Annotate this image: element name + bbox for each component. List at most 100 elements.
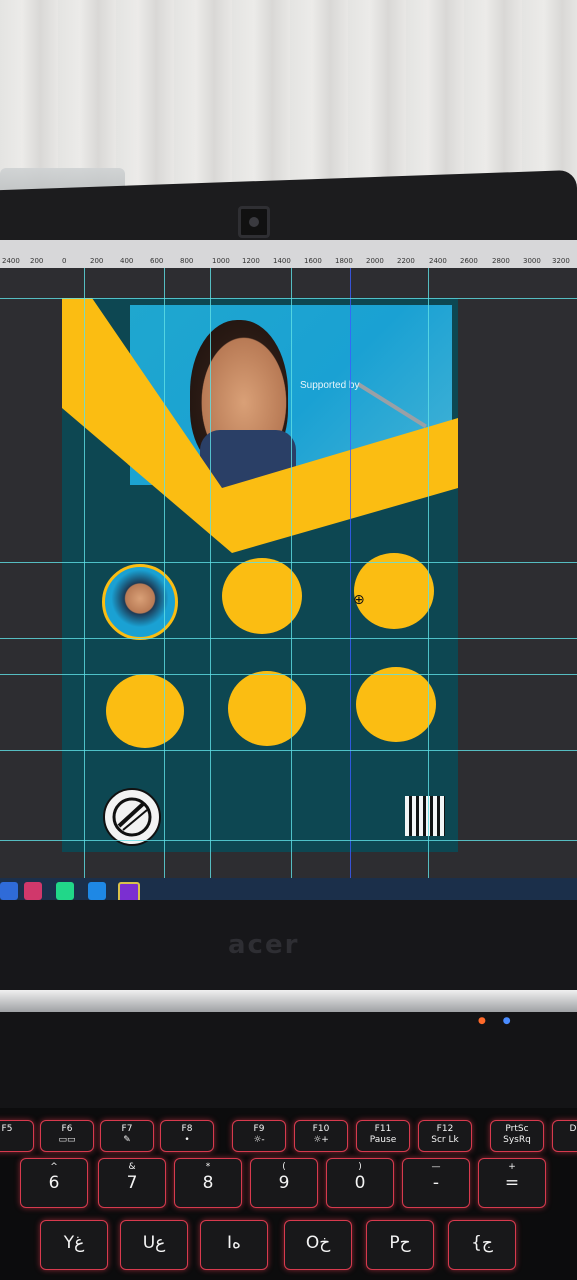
- visual-studio-icon[interactable]: [118, 882, 140, 900]
- laptop-brand-logo: acer: [228, 930, 300, 960]
- guide-line[interactable]: [210, 268, 211, 878]
- key-7[interactable]: & 7: [98, 1158, 166, 1208]
- key-f6[interactable]: F6 ▭▭: [40, 1120, 94, 1152]
- key-8[interactable]: * 8: [174, 1158, 242, 1208]
- ruler-tick: 0: [62, 257, 67, 265]
- key-0[interactable]: ) 0: [326, 1158, 394, 1208]
- key-u[interactable]: Uع: [120, 1220, 188, 1270]
- webcam-icon: [238, 206, 270, 238]
- key-label: F9: [253, 1124, 265, 1134]
- pycharm-icon[interactable]: [56, 882, 74, 900]
- key-f12[interactable]: F12 Scr Lk: [418, 1120, 472, 1152]
- taskbar: [0, 878, 577, 900]
- key-sublabel: SysRq: [503, 1135, 531, 1145]
- ruler-tick: 1600: [304, 257, 322, 265]
- key-9[interactable]: (9: [250, 1158, 318, 1208]
- ruler-tick: 1200: [242, 257, 260, 265]
- guide-line[interactable]: [0, 562, 577, 563]
- key-sublabel: ▭▭: [58, 1135, 76, 1145]
- key-sublabel: Pause: [369, 1135, 397, 1145]
- key-f8[interactable]: F8 •: [160, 1120, 214, 1152]
- placeholder-circle[interactable]: [222, 558, 302, 634]
- key-i[interactable]: Iه: [200, 1220, 268, 1270]
- status-leds: ● ●: [478, 1016, 528, 1038]
- key-shift-label: (: [282, 1162, 286, 1172]
- qr-code-icon[interactable]: [405, 796, 445, 836]
- ruler-tick: 3200: [552, 257, 570, 265]
- laptop-screen: 2400 200 0 200 400 600 800 1000 1200 140…: [0, 240, 577, 900]
- key-f9[interactable]: F9 ☼-: [232, 1120, 286, 1152]
- guide-line[interactable]: [84, 268, 85, 878]
- key-o[interactable]: Oخ: [284, 1220, 352, 1270]
- emblem-logo[interactable]: [103, 788, 161, 846]
- laptop-hinge: [0, 990, 577, 1012]
- key-label: Iه: [227, 1233, 241, 1253]
- placeholder-circle[interactable]: [354, 553, 434, 629]
- key-shift-label: +: [508, 1162, 516, 1172]
- power-led-icon: ●: [502, 1016, 511, 1026]
- key-label: F11: [374, 1124, 392, 1134]
- key-label: Uع: [142, 1233, 166, 1253]
- key-label: F10: [312, 1124, 330, 1134]
- key-delete[interactable]: D: [552, 1120, 577, 1152]
- key-label: F6: [61, 1124, 73, 1134]
- guide-line[interactable]: [350, 268, 351, 878]
- yellow-chevron-shape[interactable]: [62, 298, 458, 558]
- key-f11[interactable]: F11 Pause: [356, 1120, 410, 1152]
- key-label: F8: [181, 1124, 193, 1134]
- intellij-icon[interactable]: [24, 882, 42, 900]
- key-shift-label: ^: [50, 1162, 58, 1172]
- ruler-tick: 2400: [429, 257, 447, 265]
- ruler-tick: 400: [120, 257, 134, 265]
- key-f10[interactable]: F10 ☼+: [294, 1120, 348, 1152]
- key-label: D: [569, 1124, 577, 1134]
- key-f5[interactable]: F5: [0, 1120, 34, 1152]
- guide-line[interactable]: [0, 638, 577, 639]
- key-label: 9: [278, 1173, 290, 1193]
- key-prtsc[interactable]: PrtSc SysRq: [490, 1120, 544, 1152]
- key-shift-label: —: [431, 1162, 441, 1172]
- key-y[interactable]: Yغ: [40, 1220, 108, 1270]
- key-p[interactable]: Pح: [366, 1220, 434, 1270]
- ruler-tick: 1000: [212, 257, 230, 265]
- placeholder-circle[interactable]: [228, 671, 306, 746]
- key-label: -: [432, 1173, 440, 1193]
- ruler-tick: 2800: [492, 257, 510, 265]
- guide-line[interactable]: [291, 268, 292, 878]
- key-label: F5: [1, 1124, 13, 1134]
- guide-line[interactable]: [0, 298, 577, 299]
- ruler-tick: 800: [180, 257, 194, 265]
- key-sublabel: •: [184, 1135, 190, 1145]
- key-6[interactable]: ^ 6: [20, 1158, 88, 1208]
- key-label: Yغ: [63, 1233, 85, 1253]
- key-bracket-left[interactable]: {ج: [448, 1220, 516, 1270]
- guide-line[interactable]: [164, 268, 165, 878]
- ruler-tick: 600: [150, 257, 164, 265]
- key-label: F12: [436, 1124, 454, 1134]
- key-shift-label: *: [205, 1162, 211, 1172]
- avatar-photo-circle[interactable]: [102, 564, 178, 640]
- ruler-tick: 200: [90, 257, 104, 265]
- taskbar-app-icon[interactable]: [0, 882, 18, 900]
- key-label: PrtSc: [505, 1124, 529, 1134]
- canvas-ruler: 2400 200 0 200 400 600 800 1000 1200 140…: [0, 240, 577, 268]
- key-f7[interactable]: F7 ✎: [100, 1120, 154, 1152]
- key-label: Pح: [389, 1233, 411, 1253]
- key-label: 8: [202, 1173, 214, 1193]
- ruler-tick: 200: [30, 257, 44, 265]
- chevron-band: [62, 298, 458, 553]
- key-label: F7: [121, 1124, 133, 1134]
- key-minus[interactable]: — -: [402, 1158, 470, 1208]
- vscode-icon[interactable]: [88, 882, 106, 900]
- guide-line[interactable]: [0, 840, 577, 841]
- key-label: 6: [48, 1173, 60, 1193]
- placeholder-circle[interactable]: [106, 674, 184, 748]
- guide-line[interactable]: [0, 674, 577, 675]
- placeholder-circle[interactable]: [356, 667, 436, 742]
- key-shift-label: &: [128, 1162, 136, 1172]
- guide-line[interactable]: [428, 268, 429, 878]
- key-equals[interactable]: + =: [478, 1158, 546, 1208]
- guide-line[interactable]: [0, 750, 577, 751]
- key-shift-label: ): [358, 1162, 362, 1172]
- ruler-tick: 3000: [523, 257, 541, 265]
